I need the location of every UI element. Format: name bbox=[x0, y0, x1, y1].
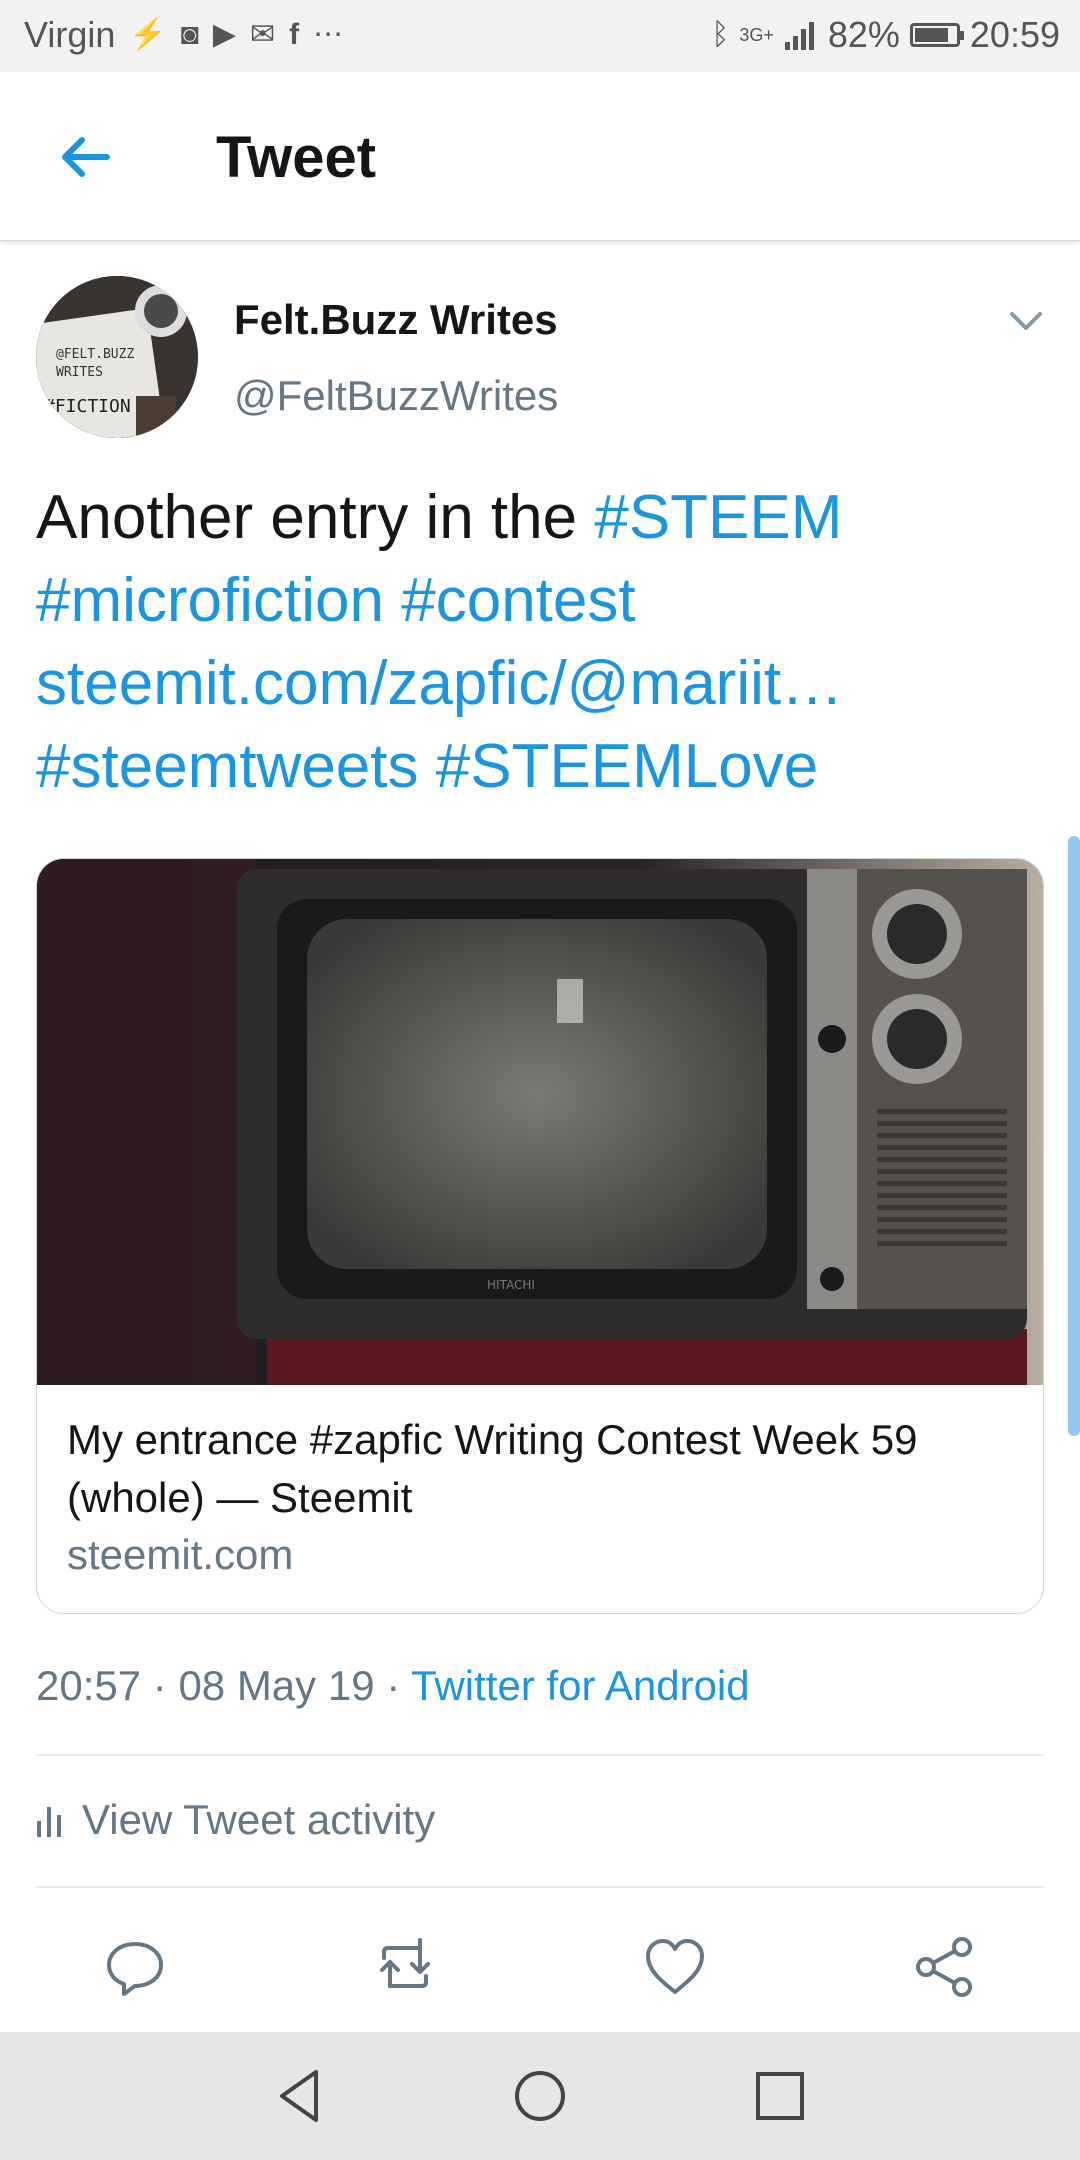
hashtag-steemtweets[interactable]: #steemtweets bbox=[36, 732, 419, 801]
back-arrow-icon[interactable] bbox=[52, 122, 122, 192]
carrier-label: Virgin bbox=[24, 14, 116, 55]
meta-separator-1: · bbox=[141, 1662, 179, 1709]
app-header: Tweet bbox=[0, 72, 1080, 241]
card-domain: steemit.com bbox=[67, 1531, 294, 1578]
gmail-icon: ✉ bbox=[249, 18, 276, 51]
battery-percent: 82% bbox=[827, 14, 900, 55]
avatar[interactable]: @FELT.BUZZ WRITES #FICTION bbox=[36, 276, 198, 438]
avatar-image: @FELT.BUZZ WRITES #FICTION bbox=[36, 276, 198, 438]
tv-brand-label: HITACHI bbox=[487, 1278, 535, 1292]
tweet-date: 08 May 19 bbox=[178, 1662, 375, 1709]
hashtag-contest[interactable]: #contest bbox=[401, 566, 635, 635]
tweet-source[interactable]: Twitter for Android bbox=[411, 1662, 749, 1709]
reply-icon[interactable] bbox=[100, 1932, 170, 2002]
like-icon[interactable] bbox=[640, 1932, 710, 2002]
tweet-text: Another entry in the #STEEM #microfiction… bbox=[36, 476, 1046, 808]
action-bar bbox=[0, 1914, 1080, 2024]
status-bar: Virgin ⚡ ◙ ▶ ✉ f ⋯ ᛒ 3G+ 82% 20:59 bbox=[0, 0, 1080, 72]
battery-fill bbox=[914, 28, 948, 42]
card-image: HITACHI bbox=[37, 859, 1043, 1385]
handle[interactable]: @FeltBuzzWrites bbox=[234, 372, 558, 420]
clock: 20:59 bbox=[969, 14, 1060, 55]
meta-separator-2: · bbox=[374, 1662, 412, 1709]
tweet-time: 20:57 bbox=[36, 1662, 142, 1709]
bluetooth-icon: ᛒ bbox=[711, 18, 730, 51]
facebook-icon: f bbox=[289, 18, 300, 51]
tweet-link[interactable]: steemit.com/zapfic/@mariit… bbox=[36, 649, 843, 718]
tweet-meta: 20:57 · 08 May 19 · Twitter for Android bbox=[36, 1662, 750, 1710]
hashtag-steem[interactable]: #STEEM bbox=[594, 483, 842, 552]
gamepad-icon: ◙ bbox=[180, 18, 199, 51]
bar-chart-icon bbox=[37, 1807, 61, 1837]
hashtag-microfiction[interactable]: #microfiction bbox=[36, 566, 384, 635]
avatar-text-3: #FICTION bbox=[44, 396, 131, 417]
page-title: Tweet bbox=[216, 125, 377, 190]
divider-top bbox=[36, 1754, 1044, 1756]
hashtag-steemlove[interactable]: #STEEMLove bbox=[436, 732, 819, 801]
divider-bottom bbox=[36, 1886, 1044, 1888]
back-nav-icon[interactable] bbox=[268, 2064, 332, 2128]
avatar-text-2: WRITES bbox=[56, 365, 103, 380]
battery-icon bbox=[909, 23, 964, 47]
more-icon: ⋯ bbox=[313, 18, 344, 51]
play-store-icon: ▶ bbox=[212, 18, 236, 51]
display-name[interactable]: Felt.Buzz Writes bbox=[234, 296, 558, 344]
signal-icon bbox=[784, 22, 814, 50]
share-icon[interactable] bbox=[910, 1932, 980, 2002]
retweet-icon[interactable] bbox=[370, 1932, 440, 2002]
home-nav-icon[interactable] bbox=[508, 2064, 572, 2128]
activity-label: View Tweet activity bbox=[82, 1796, 436, 1843]
tweet-text-plain: Another entry in the bbox=[36, 483, 595, 552]
avatar-text-1: @FELT.BUZZ bbox=[56, 347, 134, 362]
view-tweet-activity[interactable]: View Tweet activity bbox=[36, 1796, 435, 1844]
system-nav-bar bbox=[0, 2032, 1080, 2160]
network-type: 3G+ bbox=[739, 25, 774, 45]
chevron-down-icon[interactable] bbox=[1006, 300, 1046, 340]
recents-nav-icon[interactable] bbox=[748, 2064, 812, 2128]
card-title: My entrance #zapfic Writing Contest Week… bbox=[67, 1416, 918, 1521]
link-card[interactable]: HITACHI My entrance #zapfic Writing Cont… bbox=[36, 858, 1044, 1614]
scroll-indicator bbox=[1068, 836, 1080, 1436]
activity-icon: ⚡ bbox=[129, 18, 167, 51]
